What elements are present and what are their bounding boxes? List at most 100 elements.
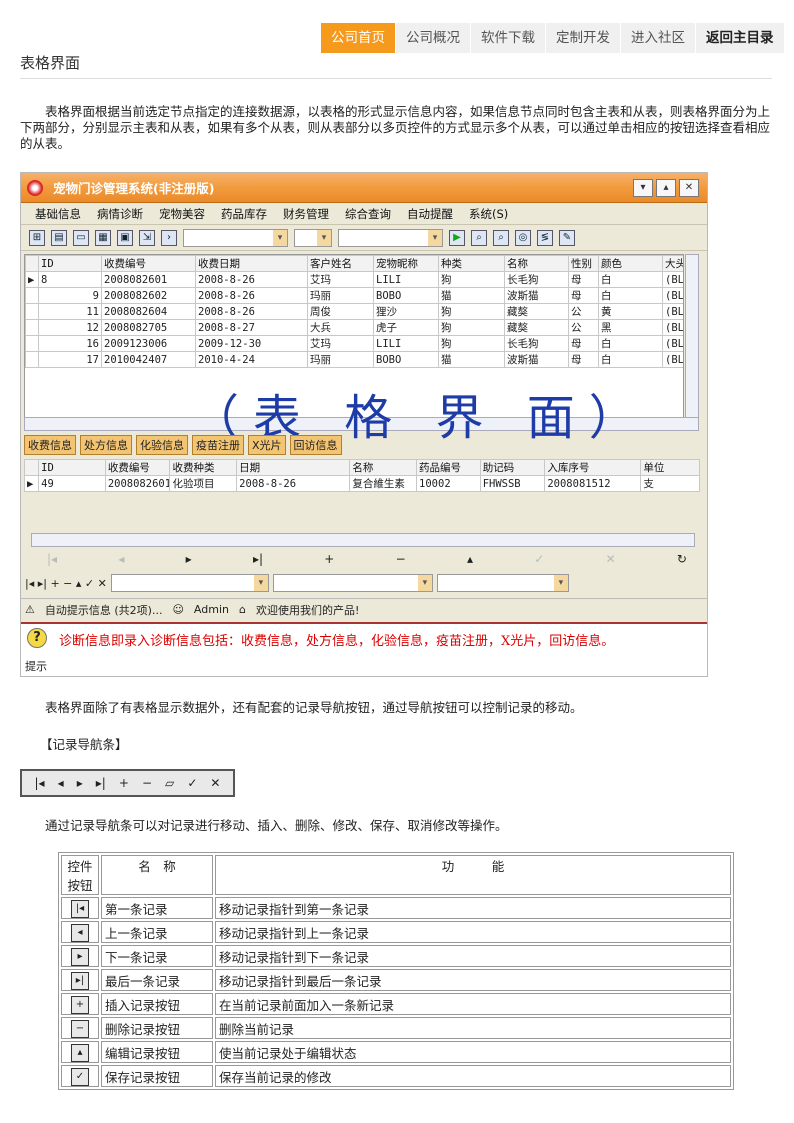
menu-item: 综合查询 <box>345 206 391 221</box>
app-menubar: 基础信息 病情诊断 宠物美容 药品库存 财务管理 综合查询 自动提醒 系统(S) <box>21 203 707 225</box>
nav-tab-overview[interactable]: 公司概况 <box>395 23 470 53</box>
table-row: ◂ 上一条记录 移动记录指针到上一条记录 <box>61 921 731 943</box>
sort-icon: ≶ <box>537 229 553 246</box>
header-name: 名 称 <box>101 855 213 895</box>
filter-combo <box>110 574 269 592</box>
table-cell: (BL <box>662 287 683 304</box>
table-icon: ▤ <box>51 229 67 246</box>
nav-button-icon: ◂ <box>71 923 89 942</box>
close-icon: ✕ <box>679 178 699 197</box>
row-indicator <box>25 351 39 368</box>
table-cell: 公 <box>568 319 599 336</box>
sub-tabs: 收费信息 处方信息 化验信息 疫苗注册 X光片 回访信息 <box>24 435 342 455</box>
table-cell: 长毛狗 <box>504 271 569 288</box>
filter-combo <box>436 574 569 592</box>
table-row: ▶ 8 2008082601 2008-8-26 艾玛 LILI 狗长毛狗母白 (BL <box>25 271 683 288</box>
status-welcome: 欢迎使用我们的产品! <box>255 603 360 617</box>
table-row: 11 2008082604 2008-8-26 周俊 狸沙狗藏獒公黄 (BL <box>25 303 683 320</box>
table-cell: 复合維生素 <box>349 475 418 492</box>
table-cell: 母 <box>568 271 599 288</box>
filter-combo <box>272 574 433 592</box>
table-cell: 母 <box>568 335 599 352</box>
table-row: ▸| 最后一条记录 移动记录指针到最后一条记录 <box>61 969 731 991</box>
next-record-icon: ▸ <box>185 552 192 566</box>
table-cell: 化验项目 <box>169 475 238 492</box>
column-header: 客户姓名 <box>307 255 374 272</box>
alert-text: 诊断信息即录入诊断信息包括：收费信息，处方信息，化验信息，疫苗注册，X光片，回访… <box>59 634 615 649</box>
restore-icon: ▴ <box>656 178 676 197</box>
menu-item: 系统(S) <box>469 206 509 221</box>
column-header: 日期 <box>236 459 351 476</box>
icon-cell: ▸ <box>61 945 99 967</box>
column-header: ID <box>38 459 106 476</box>
delete-record-icon: − <box>395 552 406 566</box>
pencil-icon: ✎ <box>559 229 575 246</box>
status-user: Admin <box>193 603 229 616</box>
reminder-icon: ⚠ <box>25 603 35 616</box>
table-cell: 2008082604 <box>101 303 196 320</box>
toolbar-combo <box>338 228 443 247</box>
nav-tab-custom[interactable]: 定制开发 <box>545 23 620 53</box>
document-icon: ▭ <box>73 229 89 246</box>
sub-tab: 处方信息 <box>80 435 132 455</box>
nav-tab-download[interactable]: 软件下载 <box>470 23 545 53</box>
column-header: 收费编号 <box>104 459 171 476</box>
table-cell: 艾玛 <box>307 271 374 288</box>
edit-record-icon: ▱ <box>165 776 175 790</box>
menu-item: 自动提醒 <box>407 206 453 221</box>
table-row: ▴ 编辑记录按钮 使当前记录处于编辑状态 <box>61 1041 731 1063</box>
nav-tab-community[interactable]: 进入社区 <box>620 23 695 53</box>
export-icon: ⇲ <box>139 229 155 246</box>
table-cell: 猫 <box>438 287 505 304</box>
toolbar-combo <box>294 228 332 247</box>
app-window-title: 宠物门诊管理系统(非注册版) <box>53 181 215 196</box>
mini-nav-icons: |◂ ▸| + − ▴ ✓ ✕ <box>25 576 107 590</box>
app-titlebar: 宠物门诊管理系统(非注册版) ▾ ▴ ✕ <box>21 173 707 203</box>
header-control: 控件按钮 <box>61 855 99 895</box>
table-cell: LILI <box>373 271 439 288</box>
row-indicator: ▶ <box>24 475 40 492</box>
function-cell: 移动记录指针到下一条记录 <box>215 945 731 967</box>
table-cell: 玛丽 <box>307 351 374 368</box>
column-header: 性别 <box>568 255 599 272</box>
table-cell: 2010-4-24 <box>195 351 308 368</box>
table-row: ▸ 下一条记录 移动记录指针到下一条记录 <box>61 945 731 967</box>
filter-row: |◂ ▸| + − ▴ ✓ ✕ <box>25 574 569 592</box>
table-cell: BOBO <box>373 287 439 304</box>
delete-record-icon: − <box>141 776 153 790</box>
table-cell: 2008-8-26 <box>195 287 308 304</box>
table-cell: 波斯猫 <box>504 287 569 304</box>
name-cell: 上一条记录 <box>101 921 213 943</box>
table-cell: 虎子 <box>373 319 439 336</box>
nav-tab-home[interactable]: 公司首页 <box>320 23 395 53</box>
table-cell: 49 <box>38 475 106 492</box>
table-cell: 2008082602 <box>101 287 196 304</box>
function-cell: 在当前记录前面加入一条新记录 <box>215 993 731 1015</box>
arrow-icon: › <box>161 229 177 246</box>
sub-tab: 疫苗注册 <box>192 435 244 455</box>
table-cell: 狗 <box>438 319 505 336</box>
user-icon: ☺ <box>172 603 184 616</box>
table-cell: 狸沙 <box>373 303 439 320</box>
menu-item: 财务管理 <box>283 206 329 221</box>
column-header: 收费种类 <box>169 459 238 476</box>
icon-cell: + <box>61 993 99 1015</box>
column-header: ID <box>38 255 102 272</box>
table-cell: 公 <box>568 303 599 320</box>
table-cell: 2008-8-26 <box>195 271 308 288</box>
app-toolbar: ⊞ ▤ ▭ ▦ ▣ ⇲ › ▶ ⌕ ⌕ ◎ ≶ ✎ <box>21 225 707 251</box>
icon-cell: |◂ <box>61 897 99 919</box>
table-cell: 猫 <box>438 351 505 368</box>
nav-button-icon: |◂ <box>71 899 89 918</box>
nav-tab-back[interactable]: 返回主目录 <box>695 23 784 53</box>
table-cell: 白 <box>598 335 663 352</box>
refresh-icon: ↻ <box>676 552 687 566</box>
table-row: 12 2008082705 2008-8-27 大兵 虎子狗藏獒公黑 (BL <box>25 319 683 336</box>
table-cell: 支 <box>640 475 700 492</box>
table-row: 17 2010042407 2010-4-24 玛丽 BOBO 猫波斯猫母白 (BL <box>25 351 683 368</box>
sub-tab: 化验信息 <box>136 435 188 455</box>
column-header: 收费编号 <box>101 255 196 272</box>
cancel-record-icon: ✕ <box>605 552 616 566</box>
menu-item: 药品库存 <box>221 206 267 221</box>
tree-icon: ⊞ <box>29 229 45 246</box>
